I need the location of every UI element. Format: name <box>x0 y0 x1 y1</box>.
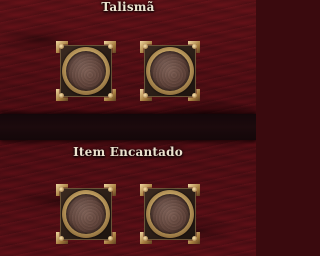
stud-icon <box>108 187 113 192</box>
stud-icon <box>59 187 64 192</box>
enchanted-item-slot-2[interactable] <box>140 184 200 244</box>
enchanted-item-section-title: Item Encantado <box>73 145 183 159</box>
empty-socket <box>150 194 190 234</box>
stud-icon <box>143 236 148 241</box>
empty-socket <box>66 194 106 234</box>
stud-icon <box>143 187 148 192</box>
stud-icon <box>143 93 148 98</box>
stud-icon <box>143 44 148 49</box>
empty-socket <box>150 51 190 91</box>
stud-icon <box>108 93 113 98</box>
empty-socket <box>66 51 106 91</box>
stud-icon <box>59 93 64 98</box>
talisman-slot-2[interactable] <box>140 41 200 101</box>
section-divider <box>0 114 256 140</box>
stud-icon <box>192 44 197 49</box>
stud-icon <box>192 187 197 192</box>
stud-icon <box>192 236 197 241</box>
stud-icon <box>59 236 64 241</box>
stud-icon <box>59 44 64 49</box>
stud-icon <box>108 44 113 49</box>
stud-icon <box>192 93 197 98</box>
equipment-panel: Talismã Item Encantado <box>0 0 256 256</box>
stud-icon <box>108 236 113 241</box>
enchanted-item-slot-1[interactable] <box>56 184 116 244</box>
talisman-section-title: Talismã <box>101 0 155 14</box>
talisman-slot-1[interactable] <box>56 41 116 101</box>
